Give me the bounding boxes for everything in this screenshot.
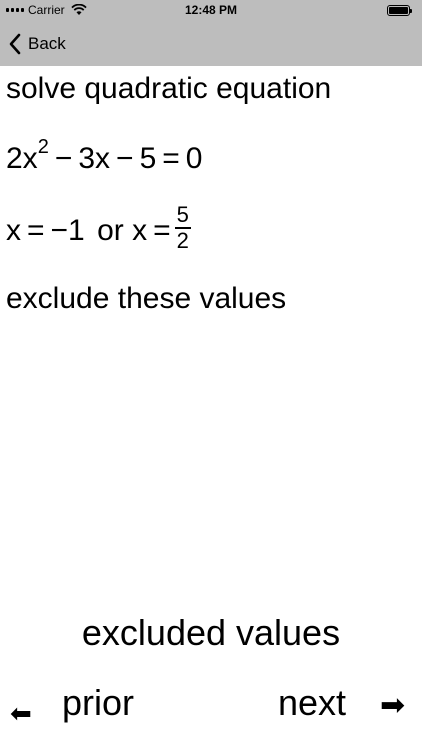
equals-sign: = — [27, 213, 45, 247]
term-b: 3x — [78, 142, 111, 175]
step-navigation: ⬅ prior next ➡ — [0, 680, 422, 730]
back-button[interactable]: Back — [8, 30, 66, 58]
exponent: 2 — [37, 136, 49, 158]
lesson-title: solve quadratic equation — [6, 72, 332, 105]
root-1: −1 — [50, 213, 85, 247]
fraction-denominator: 2 — [176, 228, 189, 253]
solution-line: x = −1 or x = 5 2 — [6, 204, 191, 256]
prior-arrow-icon[interactable]: ⬅ — [10, 698, 32, 729]
chevron-left-icon — [9, 33, 21, 55]
root-2-fraction: 52 — [174, 202, 191, 253]
instruction-text: exclude these values — [6, 282, 287, 315]
rhs: 0 — [185, 142, 203, 175]
next-button[interactable]: next — [278, 682, 346, 724]
excluded-values-label: excluded values — [81, 612, 341, 653]
equals-sign: = — [153, 213, 171, 247]
back-label: Back — [28, 34, 66, 53]
next-arrow-icon[interactable]: ➡ — [380, 688, 405, 723]
prior-button[interactable]: prior — [62, 682, 134, 724]
term-c: 5 — [139, 142, 157, 175]
minus-sign: − — [54, 142, 73, 175]
battery-icon — [387, 5, 412, 16]
quadratic-equation: 2x2−3x −5 = 0 — [6, 136, 203, 176]
fraction-numerator: 5 — [176, 202, 189, 227]
or-word: or — [97, 213, 124, 247]
status-bar: Carrier 12:48 PM — [0, 0, 422, 22]
term-a: 2x — [6, 142, 38, 175]
status-time: 12:48 PM — [184, 3, 238, 17]
x-label: x — [6, 213, 21, 247]
minus-sign: − — [116, 142, 134, 175]
x-label: x — [132, 213, 148, 247]
screen: Carrier 12:48 PM Back solve quadratic eq… — [0, 0, 422, 750]
equals-sign: = — [162, 142, 180, 175]
navigation-bar: Carrier 12:48 PM Back — [0, 0, 422, 66]
